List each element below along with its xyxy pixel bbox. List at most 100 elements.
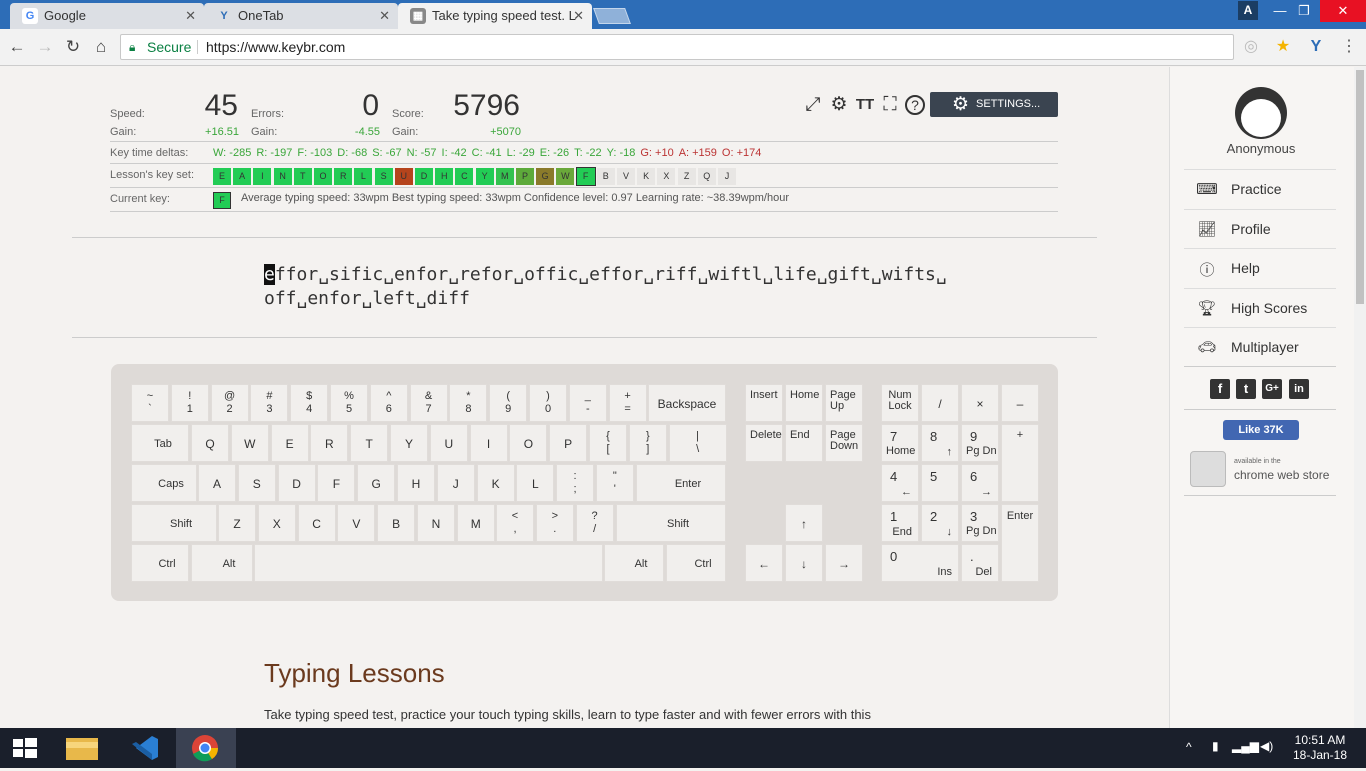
- key[interactable]: + =: [608, 384, 647, 422]
- nav-key[interactable]: Delete: [745, 424, 783, 462]
- key[interactable]: E: [270, 424, 309, 462]
- key[interactable]: H: [397, 464, 435, 502]
- key[interactable]: | \: [668, 424, 727, 462]
- key[interactable]: I: [469, 424, 508, 462]
- chevron-up-icon[interactable]: ^: [1186, 740, 1192, 754]
- key[interactable]: _ -: [568, 384, 607, 422]
- ctrl-right-key[interactable]: Ctrl: [666, 544, 726, 582]
- arrow-left-key[interactable]: ←: [745, 544, 783, 582]
- battery-icon[interactable]: ▮: [1212, 739, 1219, 753]
- numpad-8-key[interactable]: 8 ↑: [921, 424, 959, 462]
- key[interactable]: W: [230, 424, 269, 462]
- font-size-icon[interactable]: TT: [854, 94, 876, 116]
- numpad-divide-key[interactable]: /: [921, 384, 959, 422]
- key[interactable]: S: [237, 464, 276, 502]
- numpad-5-key[interactable]: 5: [921, 464, 959, 502]
- tab-key[interactable]: Tab: [131, 424, 189, 462]
- numpad-2-key[interactable]: 2 ↓: [921, 504, 959, 542]
- nav-key[interactable]: End: [785, 424, 823, 462]
- numpad-dot-key[interactable]: . Del: [961, 544, 999, 582]
- linkedin-icon[interactable]: in: [1289, 379, 1309, 399]
- home-icon[interactable]: ⌂: [90, 36, 112, 58]
- practice-text[interactable]: effor␣sific␣enfor␣refor␣offic␣effor␣riff…: [264, 263, 947, 311]
- key[interactable]: G: [357, 464, 396, 502]
- caps-lock-key[interactable]: Caps Lock: [131, 464, 197, 528]
- key[interactable]: (9: [489, 384, 528, 422]
- key[interactable]: :;: [556, 464, 594, 502]
- key[interactable]: <,: [496, 504, 534, 542]
- facebook-icon[interactable]: f: [1210, 379, 1230, 399]
- chrome-taskbar-icon[interactable]: [176, 728, 236, 768]
- numpad-0-key[interactable]: 0 Ins: [881, 544, 959, 582]
- key[interactable]: D: [277, 464, 316, 502]
- menu-icon[interactable]: ⋮: [1338, 36, 1360, 58]
- key[interactable]: #3: [250, 384, 289, 422]
- key[interactable]: P: [549, 424, 588, 462]
- key[interactable]: V: [337, 504, 376, 542]
- key[interactable]: Y: [390, 424, 428, 462]
- address-bar[interactable]: 🔒︎ Secure https://www.keybr.com: [120, 34, 1234, 60]
- numpad-3-key[interactable]: 3 Pg Dn: [961, 504, 999, 542]
- numpad-enter-key[interactable]: Enter: [1001, 504, 1039, 582]
- key[interactable]: & 7: [409, 384, 448, 422]
- key[interactable]: {[: [589, 424, 627, 462]
- key[interactable]: C: [297, 504, 336, 542]
- key[interactable]: % 5: [330, 384, 368, 422]
- numpad-plus-key[interactable]: +: [1001, 424, 1039, 502]
- sidebar-item-help[interactable]: ⓘ Help: [1184, 248, 1336, 287]
- new-tab-button[interactable]: [593, 8, 631, 24]
- sidebar-item-multiplayer[interactable]: 🚗︎ Multiplayer: [1184, 327, 1336, 366]
- help-icon[interactable]: ?: [905, 95, 925, 115]
- key[interactable]: K: [476, 464, 515, 502]
- nav-key[interactable]: Page Down: [825, 424, 863, 462]
- ctrl-left-key[interactable]: Ctrl: [131, 544, 189, 582]
- vscode-icon[interactable]: [114, 728, 174, 768]
- tab-onetab[interactable]: Y OneTab ✕: [204, 3, 398, 29]
- key[interactable]: X: [257, 504, 296, 542]
- key[interactable]: ? /: [575, 504, 614, 542]
- sidebar-item-profile[interactable]: 📈︎ Profile: [1184, 209, 1336, 248]
- numpad-6-key[interactable]: 6 →: [961, 464, 999, 502]
- close-window-icon[interactable]: ✕: [1320, 0, 1366, 22]
- reload-icon[interactable]: ↻: [62, 36, 84, 58]
- facebook-like-button[interactable]: Like 37K: [1223, 420, 1299, 440]
- close-icon[interactable]: ✕: [379, 3, 390, 29]
- sidebar-item-high-scores[interactable]: 🏆︎ High Scores: [1184, 288, 1336, 327]
- arrow-up-key[interactable]: ↑: [785, 504, 823, 542]
- numpad-multiply-key[interactable]: ×: [961, 384, 999, 422]
- key[interactable]: U: [429, 424, 468, 462]
- key[interactable]: B: [377, 504, 416, 542]
- key[interactable]: T: [350, 424, 389, 462]
- numpad-4-key[interactable]: 4 ←: [881, 464, 919, 502]
- avatar[interactable]: [1235, 87, 1287, 139]
- windows-start-icon[interactable]: [0, 728, 48, 768]
- arrow-right-key[interactable]: →: [825, 544, 863, 582]
- key[interactable]: Q: [191, 424, 229, 462]
- scrollbar-thumb[interactable]: [1356, 70, 1364, 304]
- key[interactable]: >.: [535, 504, 574, 542]
- key[interactable]: * 8: [449, 384, 488, 422]
- gear-icon[interactable]: ⚙: [828, 94, 850, 116]
- volume-icon[interactable]: ◀): [1260, 739, 1273, 753]
- key[interactable]: R: [310, 424, 349, 462]
- forward-icon[interactable]: →: [34, 36, 56, 58]
- back-icon[interactable]: ←: [6, 36, 28, 58]
- key[interactable]: N: [417, 504, 455, 542]
- clock[interactable]: 10:51 AM 18-Jan-18: [1290, 733, 1350, 763]
- key[interactable]: Z: [218, 504, 256, 542]
- key[interactable]: M: [456, 504, 495, 542]
- resize-icon[interactable]: ⤢: [802, 94, 824, 116]
- key[interactable]: A: [198, 464, 236, 502]
- numpad-9-key[interactable]: 9 Pg Dn: [961, 424, 999, 462]
- key[interactable]: J: [436, 464, 475, 502]
- key[interactable]: O: [509, 424, 548, 462]
- key[interactable]: " ': [595, 464, 634, 502]
- space-key[interactable]: [254, 544, 603, 582]
- fullscreen-icon[interactable]: ⛶: [879, 94, 901, 116]
- numpad-minus-key[interactable]: –: [1001, 384, 1039, 422]
- key[interactable]: ~ `: [131, 384, 169, 422]
- wifi-icon[interactable]: ▂▄▆: [1232, 739, 1259, 753]
- nav-key[interactable]: Page Up: [825, 384, 863, 422]
- url-text[interactable]: https://www.keybr.com: [206, 35, 345, 59]
- key[interactable]: @2: [210, 384, 249, 422]
